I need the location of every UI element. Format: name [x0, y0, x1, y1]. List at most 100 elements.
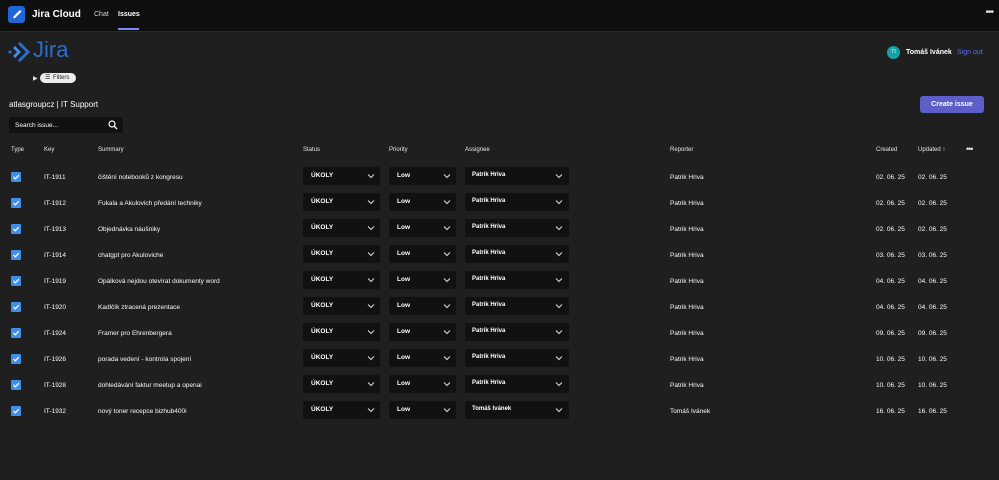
- priority-dropdown[interactable]: Low: [389, 271, 456, 289]
- sign-out-link[interactable]: Sign out: [957, 49, 983, 56]
- assignee-dropdown[interactable]: Patrik Hriva: [465, 193, 569, 211]
- issue-summary[interactable]: chatgpt pro Akuloviche: [98, 252, 163, 259]
- priority-dropdown[interactable]: Low: [389, 323, 456, 341]
- assignee-dropdown[interactable]: Patrik Hriva: [465, 167, 569, 185]
- issue-reporter: Patrik Hriva: [670, 330, 704, 337]
- status-dropdown[interactable]: ÚKOLY: [303, 245, 380, 263]
- chevron-down-icon: [555, 200, 563, 205]
- assignee-value: Patrik Hriva: [472, 328, 506, 334]
- issue-key[interactable]: IT-1920: [44, 304, 66, 311]
- column-header-key[interactable]: Key: [44, 147, 54, 153]
- issue-summary[interactable]: porada vedení - kontrola spojení: [98, 356, 191, 363]
- assignee-dropdown[interactable]: Patrik Hriva: [465, 349, 569, 367]
- assignee-value: Patrik Hriva: [472, 224, 506, 230]
- issue-key[interactable]: IT-1932: [44, 408, 66, 415]
- assignee-dropdown[interactable]: Patrik Hriva: [465, 219, 569, 237]
- status-dropdown[interactable]: ÚKOLY: [303, 271, 380, 289]
- issue-summary[interactable]: dohledávání faktur meetup a openai: [98, 382, 202, 389]
- status-value: ÚKOLY: [311, 328, 334, 335]
- more-options-icon[interactable]: •••: [985, 7, 993, 18]
- search-input[interactable]: [15, 120, 95, 130]
- issue-key[interactable]: IT-1912: [44, 200, 66, 207]
- assignee-dropdown[interactable]: Patrik Hriva: [465, 271, 569, 289]
- priority-dropdown[interactable]: Low: [389, 219, 456, 237]
- status-value: ÚKOLY: [311, 172, 334, 179]
- priority-dropdown[interactable]: Low: [389, 401, 456, 419]
- task-type-icon: [11, 250, 21, 260]
- status-dropdown[interactable]: ÚKOLY: [303, 401, 380, 419]
- issue-summary[interactable]: Opálková nejdou otevírat dokumenty word: [98, 278, 220, 285]
- column-header-reporter[interactable]: Reporter: [670, 147, 693, 153]
- priority-dropdown[interactable]: Low: [389, 167, 456, 185]
- assignee-value: Patrik Hriva: [472, 354, 506, 360]
- status-dropdown[interactable]: ÚKOLY: [303, 323, 380, 341]
- status-dropdown[interactable]: ÚKOLY: [303, 219, 380, 237]
- tab-issues[interactable]: Issues: [118, 11, 140, 18]
- create-issue-button[interactable]: Create issue: [920, 96, 984, 113]
- column-header-assignee[interactable]: Assignee: [465, 147, 490, 153]
- column-header-priority[interactable]: Priority: [389, 147, 408, 153]
- chevron-down-icon: [555, 330, 563, 335]
- issue-summary[interactable]: nový toner recepce bizhub400i: [98, 408, 187, 415]
- priority-value: Low: [397, 224, 410, 231]
- task-type-icon: [11, 198, 21, 208]
- chevron-down-icon: [555, 408, 563, 413]
- project-title: atlasgroupcz | IT Support: [9, 100, 99, 109]
- issue-reporter: Patrik Hriva: [670, 278, 704, 285]
- column-header-updated[interactable]: Updated ↑: [918, 147, 945, 153]
- priority-value: Low: [397, 198, 410, 205]
- issue-key[interactable]: IT-1924: [44, 330, 66, 337]
- priority-dropdown[interactable]: Low: [389, 297, 456, 315]
- issue-updated: 09. 06. 25: [918, 330, 947, 337]
- priority-dropdown[interactable]: Low: [389, 349, 456, 367]
- status-dropdown[interactable]: ÚKOLY: [303, 349, 380, 367]
- priority-dropdown[interactable]: Low: [389, 375, 456, 393]
- task-type-icon: [11, 354, 21, 364]
- issue-summary[interactable]: čištění notebooků z kongresu: [98, 174, 183, 181]
- issue-created: 03. 06. 25: [876, 252, 905, 259]
- status-dropdown[interactable]: ÚKOLY: [303, 193, 380, 211]
- search-box: [9, 117, 123, 133]
- issue-updated: 10. 06. 25: [918, 382, 947, 389]
- chevron-down-icon: [555, 356, 563, 361]
- search-icon[interactable]: [108, 120, 118, 130]
- issue-key[interactable]: IT-1926: [44, 356, 66, 363]
- column-header-status[interactable]: Status: [303, 147, 320, 153]
- issue-key[interactable]: IT-1913: [44, 226, 66, 233]
- issue-reporter: Patrik Hriva: [670, 304, 704, 311]
- filters-button[interactable]: ☰ Filters: [40, 73, 76, 83]
- priority-dropdown[interactable]: Low: [389, 245, 456, 263]
- column-header-created[interactable]: Created: [876, 147, 897, 153]
- issue-reporter: Patrik Hriva: [670, 174, 704, 181]
- status-dropdown[interactable]: ÚKOLY: [303, 167, 380, 185]
- issue-summary[interactable]: Framer pro Ehrenbergera: [98, 330, 172, 337]
- chevron-down-icon: [443, 408, 451, 413]
- chevron-down-icon: [555, 174, 563, 179]
- assignee-dropdown[interactable]: Patrik Hriva: [465, 375, 569, 393]
- tab-chat[interactable]: Chat: [94, 11, 109, 18]
- issue-key[interactable]: IT-1911: [44, 174, 66, 181]
- column-header-summary[interactable]: Summary: [98, 147, 124, 153]
- assignee-dropdown[interactable]: Patrik Hriva: [465, 297, 569, 315]
- assignee-dropdown[interactable]: Patrik Hriva: [465, 245, 569, 263]
- table-row[interactable]: IT-1932 nový toner recepce bizhub400i ÚK…: [0, 401, 999, 433]
- assignee-dropdown[interactable]: Tomáš Ivánek: [465, 401, 569, 419]
- status-dropdown[interactable]: ÚKOLY: [303, 297, 380, 315]
- issue-updated: 16. 06. 25: [918, 408, 947, 415]
- issue-summary[interactable]: Objednávka náušniky: [98, 226, 160, 233]
- issue-created: 09. 06. 25: [876, 330, 905, 337]
- priority-dropdown[interactable]: Low: [389, 193, 456, 211]
- status-dropdown[interactable]: ÚKOLY: [303, 375, 380, 393]
- issue-summary[interactable]: Fukala a Akulovich předání techniky: [98, 200, 202, 207]
- issue-key[interactable]: IT-1928: [44, 382, 66, 389]
- issue-summary[interactable]: Kadlčík ztracená prezentace: [98, 304, 180, 311]
- chevron-down-icon: [555, 226, 563, 231]
- issue-key[interactable]: IT-1914: [44, 252, 66, 259]
- column-options-icon[interactable]: •••: [966, 144, 974, 154]
- issue-key[interactable]: IT-1919: [44, 278, 66, 285]
- chevron-down-icon: [367, 226, 375, 231]
- expand-caret-icon[interactable]: ▶: [33, 75, 38, 82]
- jira-app-icon: [8, 6, 25, 23]
- assignee-dropdown[interactable]: Patrik Hriva: [465, 323, 569, 341]
- assignee-value: Patrik Hriva: [472, 250, 506, 256]
